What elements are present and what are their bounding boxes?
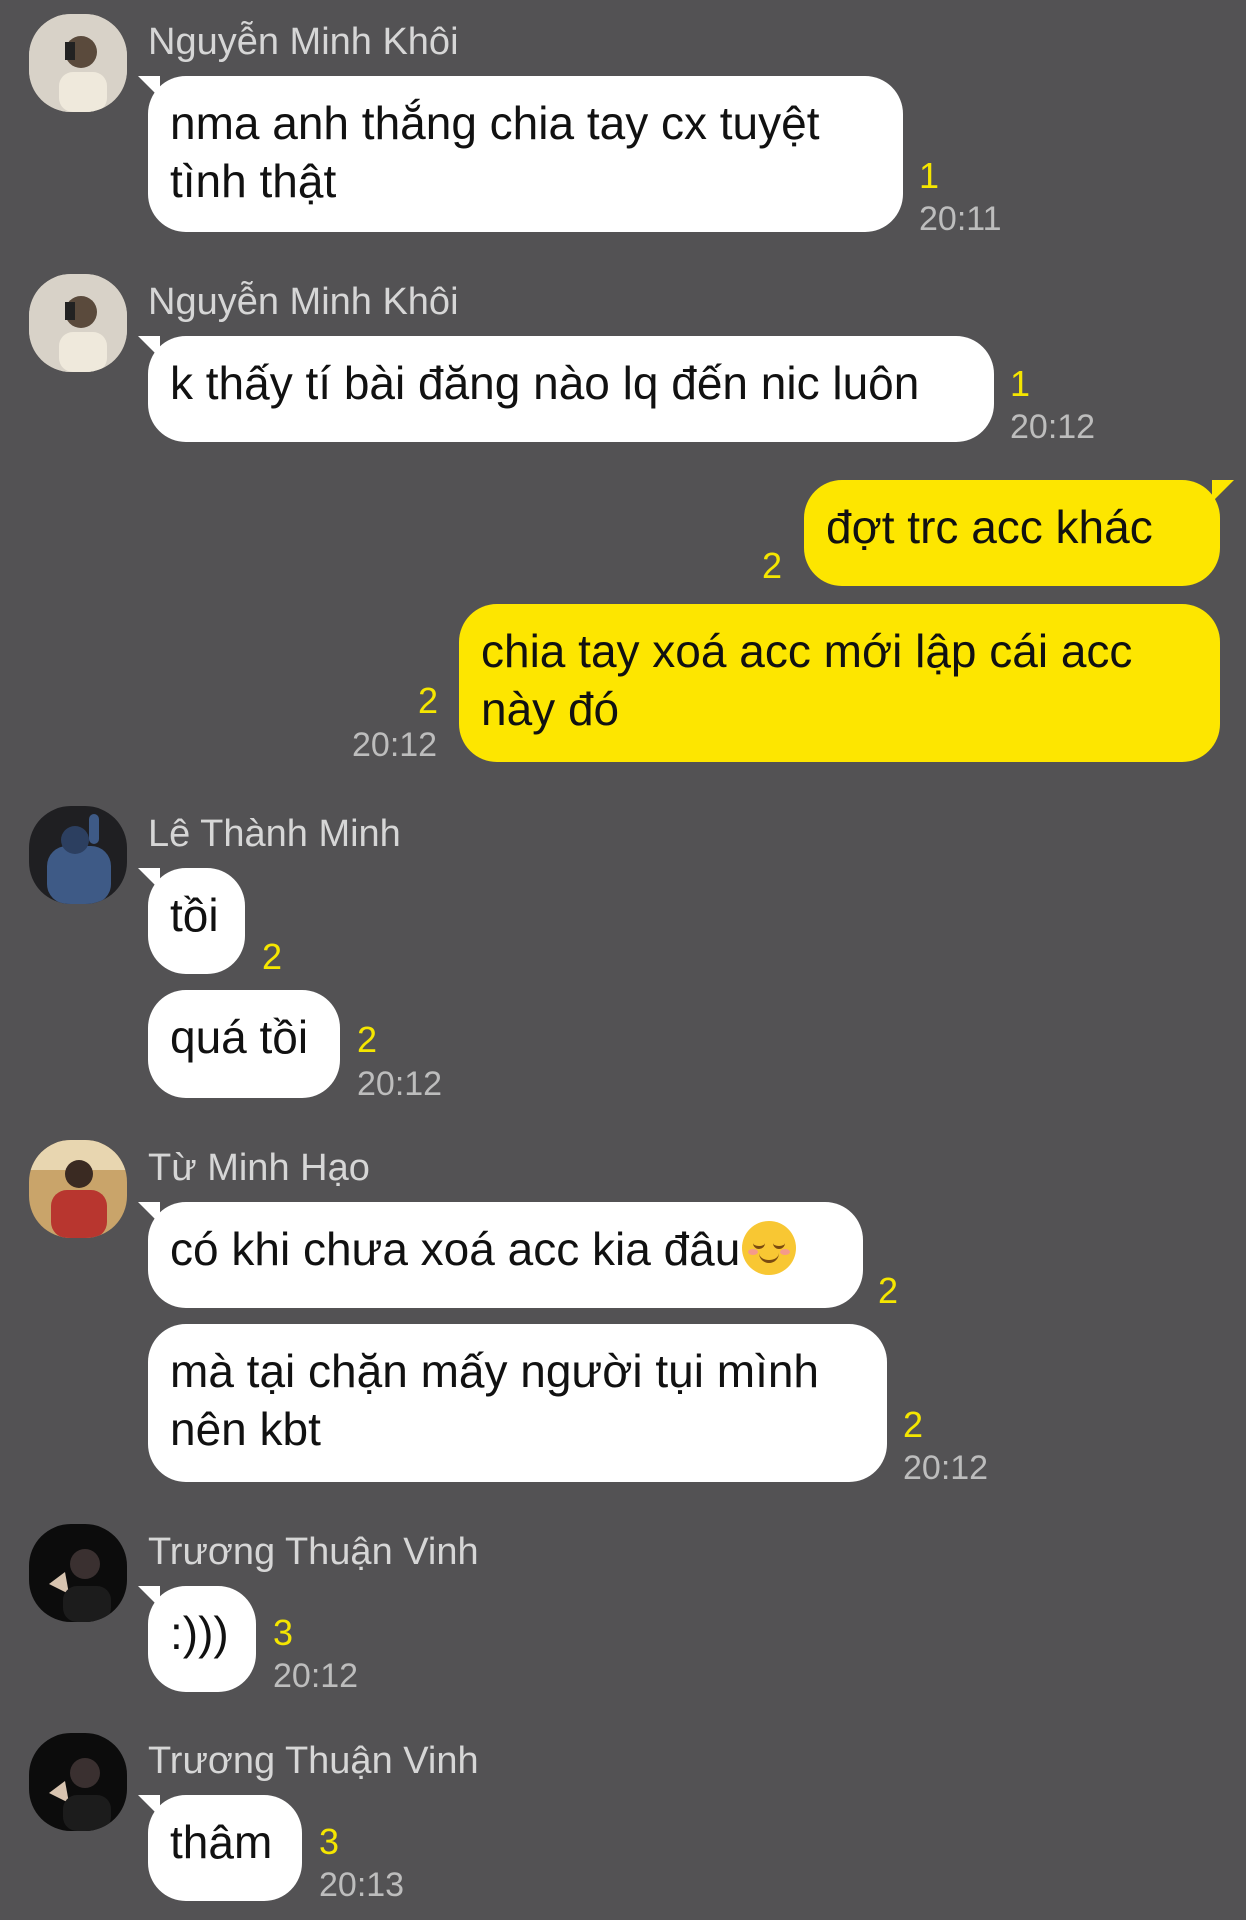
message-time: 20:12 xyxy=(352,726,438,764)
message-line: nên kbt xyxy=(170,1403,321,1455)
message-line: thâm xyxy=(170,1816,273,1868)
avatar-le-thanh-minh[interactable] xyxy=(29,806,127,904)
sender-name: Lê Thành Minh xyxy=(148,813,401,855)
message-bubble[interactable]: có khi chưa xoá acc kia đâu xyxy=(148,1202,863,1308)
unread-count: 2 xyxy=(357,1019,378,1060)
message-bubble[interactable]: :))) xyxy=(148,1586,256,1692)
person-photo-icon xyxy=(29,1140,127,1238)
message-bubble[interactable]: mà tại chặn mấy người tụi mình nên kbt xyxy=(148,1324,887,1482)
avatar-nguyen-minh-khoi[interactable] xyxy=(29,274,127,372)
unread-count: 3 xyxy=(273,1612,294,1653)
message-line: tồi xyxy=(170,889,219,941)
message-bubble[interactable]: k thấy tí bài đăng nào lq đến nic luôn xyxy=(148,336,994,442)
person-photo-icon xyxy=(29,1733,127,1831)
unread-count: 2 xyxy=(418,680,439,721)
unread-count: 2 xyxy=(878,1270,899,1311)
message-bubble[interactable]: thâm xyxy=(148,1795,302,1901)
sender-name: Nguyễn Minh Khôi xyxy=(148,281,459,323)
message-line: k thấy tí bài đăng nào lq đến nic luôn xyxy=(170,357,920,409)
unread-count: 3 xyxy=(319,1821,340,1862)
sender-name: Trương Thuận Vinh xyxy=(148,1740,479,1782)
message-line: đợt trc acc khác xyxy=(826,501,1153,553)
message-bubble[interactable]: tồi xyxy=(148,868,245,974)
message-line: tình thật xyxy=(170,155,337,207)
message-line: này đó xyxy=(481,683,620,735)
unread-count: 2 xyxy=(903,1404,924,1445)
bubble-tail xyxy=(138,336,160,358)
avatar-nguyen-minh-khoi[interactable] xyxy=(29,14,127,112)
message-line: có khi chưa xoá acc kia đâu xyxy=(170,1223,741,1275)
unread-count: 1 xyxy=(919,155,940,196)
person-photo-icon xyxy=(29,14,127,112)
avatar-tu-minh-hao[interactable] xyxy=(29,1140,127,1238)
message-line: chia tay xoá acc mới lập cái acc xyxy=(481,625,1133,677)
bubble-tail xyxy=(138,868,160,890)
message-bubble[interactable]: đợt trc acc khác xyxy=(804,480,1220,586)
message-line: quá tồi xyxy=(170,1011,309,1063)
message-line: nma anh thắng chia tay cx tuyệt xyxy=(170,97,820,149)
avatar-truong-thuan-vinh[interactable] xyxy=(29,1733,127,1831)
bubble-tail xyxy=(138,76,160,98)
message-time: 20:12 xyxy=(357,1065,443,1103)
message-line: mà tại chặn mấy người tụi mình xyxy=(170,1345,820,1397)
message-time: 20:12 xyxy=(273,1657,359,1695)
message-time: 20:12 xyxy=(903,1449,989,1487)
message-time: 20:11 xyxy=(919,200,1002,238)
bubble-tail xyxy=(1212,480,1234,502)
avatar-truong-thuan-vinh[interactable] xyxy=(29,1524,127,1622)
bubble-tail xyxy=(138,1202,160,1224)
person-photo-icon xyxy=(29,274,127,372)
message-bubble[interactable]: nma anh thắng chia tay cx tuyệt tình thậ… xyxy=(148,76,903,232)
sender-name: Từ Minh Hạo xyxy=(148,1147,370,1189)
message-time: 20:12 xyxy=(1010,408,1096,446)
bubble-tail xyxy=(138,1586,160,1608)
message-time: 20:13 xyxy=(319,1866,405,1904)
unread-count: 2 xyxy=(262,936,283,977)
message-line: :))) xyxy=(170,1607,229,1659)
message-bubble[interactable]: chia tay xoá acc mới lập cái acc này đó xyxy=(459,604,1220,762)
person-photo-icon xyxy=(29,806,127,904)
unread-count: 1 xyxy=(1010,363,1031,404)
sender-name: Nguyễn Minh Khôi xyxy=(148,21,459,63)
person-photo-icon xyxy=(29,1524,127,1622)
bubble-tail xyxy=(138,1795,160,1817)
sender-name: Trương Thuận Vinh xyxy=(148,1531,479,1573)
message-bubble[interactable]: quá tồi xyxy=(148,990,340,1098)
unread-count: 2 xyxy=(762,545,783,586)
smiling-face-emoji-icon xyxy=(742,1221,797,1275)
